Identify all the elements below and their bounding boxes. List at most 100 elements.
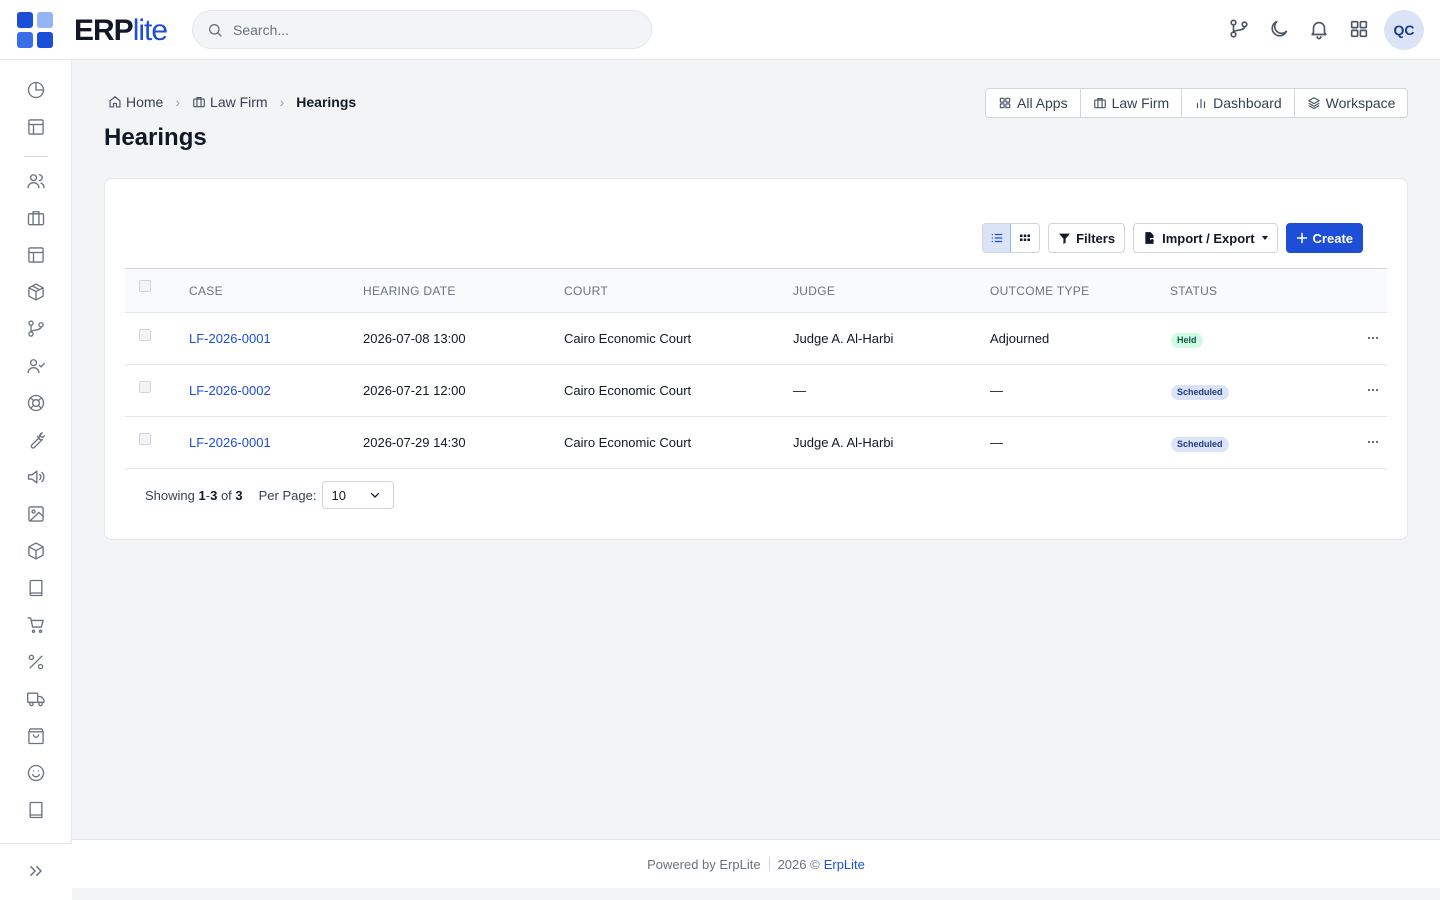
sidebar-divider xyxy=(24,156,48,157)
image-icon[interactable] xyxy=(26,504,46,524)
plus-icon xyxy=(1296,232,1308,244)
view-toggle xyxy=(982,223,1041,253)
status-badge: Held xyxy=(1171,333,1203,348)
caret-down-icon xyxy=(1261,236,1268,240)
logo-icon[interactable] xyxy=(17,12,53,48)
user-check-icon[interactable] xyxy=(26,356,46,376)
row-checkbox[interactable] xyxy=(139,329,151,341)
footer-brand-link[interactable]: ErpLite xyxy=(824,857,865,872)
footer-divider xyxy=(768,857,770,871)
case-link[interactable]: LF-2026-0002 xyxy=(189,383,271,398)
pagination-range-start: 1 xyxy=(198,487,206,503)
package-icon[interactable] xyxy=(26,282,46,302)
law-firm-link[interactable]: Law Firm xyxy=(1081,89,1183,117)
sidebar-footer xyxy=(0,843,72,900)
pagination-range-end: 3 xyxy=(210,487,218,503)
select-all-checkbox[interactable] xyxy=(139,280,151,292)
pie-chart-icon[interactable] xyxy=(26,80,46,100)
book-icon[interactable] xyxy=(26,800,46,820)
breadcrumb: Home › Law Firm › Hearings xyxy=(108,93,356,111)
filter-icon xyxy=(1058,232,1071,245)
avatar[interactable]: QC xyxy=(1384,10,1424,50)
judge: — xyxy=(793,383,806,398)
breadcrumb-law-firm[interactable]: Law Firm xyxy=(192,94,268,110)
search-box xyxy=(192,10,652,49)
table-row[interactable]: LF-2026-0002 2026-07-21 12:00 Cairo Econ… xyxy=(125,365,1387,417)
page-title: Hearings xyxy=(104,124,207,151)
all-apps-link[interactable]: All Apps xyxy=(986,89,1081,117)
pagination-of-label: of xyxy=(220,487,232,503)
column-case[interactable]: CASE xyxy=(189,284,223,298)
list-icon xyxy=(990,231,1004,245)
hearing-date: 2026-07-21 12:00 xyxy=(363,383,466,398)
apps-grid-icon xyxy=(998,96,1012,110)
more-horizontal-icon[interactable] xyxy=(1368,441,1378,443)
column-hearing-date[interactable]: HEARING DATE xyxy=(363,284,456,298)
hearings-card: Filters Import / Export Create CASE HEAR… xyxy=(104,178,1408,540)
shopping-bag-icon[interactable] xyxy=(26,726,46,746)
column-status[interactable]: STATUS xyxy=(1170,284,1217,298)
per-page-select[interactable]: 10 xyxy=(322,481,395,509)
megaphone-icon[interactable] xyxy=(26,467,46,487)
smile-icon[interactable] xyxy=(26,763,46,783)
column-outcome-type[interactable]: OUTCOME TYPE xyxy=(990,284,1089,298)
court: Cairo Economic Court xyxy=(564,331,692,346)
wrench-icon[interactable] xyxy=(26,430,46,450)
table-row[interactable]: LF-2026-0001 2026-07-29 14:30 Cairo Econ… xyxy=(125,417,1387,469)
case-link[interactable]: LF-2026-0001 xyxy=(189,435,271,450)
cart-icon[interactable] xyxy=(26,615,46,635)
filters-button[interactable]: Filters xyxy=(1048,223,1126,253)
per-page-value: 10 xyxy=(331,487,346,503)
row-checkbox[interactable] xyxy=(139,433,151,445)
layout-icon[interactable] xyxy=(26,245,46,265)
create-button[interactable]: Create xyxy=(1285,223,1363,253)
row-checkbox[interactable] xyxy=(139,381,151,393)
workspace-link[interactable]: Workspace xyxy=(1295,89,1408,117)
book-icon[interactable] xyxy=(26,578,46,598)
dashboard-link[interactable]: Dashboard xyxy=(1182,89,1295,117)
import-export-button[interactable]: Import / Export xyxy=(1133,223,1278,253)
search-icon xyxy=(207,22,223,38)
hearing-date: 2026-07-29 14:30 xyxy=(363,435,466,450)
chevrons-right-icon[interactable] xyxy=(26,861,46,881)
column-court[interactable]: COURT xyxy=(564,284,608,298)
avatar-initials: QC xyxy=(1393,22,1415,38)
outcome-type: — xyxy=(990,435,1003,450)
judge: Judge A. Al-Harbi xyxy=(793,435,894,450)
court: Cairo Economic Court xyxy=(564,383,692,398)
git-branch-icon[interactable] xyxy=(26,319,46,339)
table-row[interactable]: LF-2026-0001 2026-07-08 13:00 Cairo Econ… xyxy=(125,313,1387,365)
app-logo[interactable]: ERPlite xyxy=(74,14,168,48)
per-page-label: Per Page: xyxy=(258,487,317,503)
search-input[interactable] xyxy=(233,11,633,48)
breadcrumb-home[interactable]: Home xyxy=(108,94,163,110)
moon-icon[interactable] xyxy=(1268,18,1290,40)
box-icon[interactable] xyxy=(26,541,46,561)
case-link[interactable]: LF-2026-0001 xyxy=(189,331,271,346)
hearing-date: 2026-07-08 13:00 xyxy=(363,331,466,346)
layout-icon[interactable] xyxy=(26,117,46,137)
lifebuoy-icon[interactable] xyxy=(26,393,46,413)
list-view-button[interactable] xyxy=(983,224,1012,252)
status-badge: Scheduled xyxy=(1171,437,1229,452)
top-bar: ERPlite QC xyxy=(0,0,1440,60)
percent-icon[interactable] xyxy=(26,652,46,672)
briefcase-icon[interactable] xyxy=(26,208,46,228)
apps-grid-icon[interactable] xyxy=(1348,18,1370,40)
users-icon[interactable] xyxy=(26,171,46,191)
column-judge[interactable]: JUDGE xyxy=(793,284,835,298)
chevron-right-icon: › xyxy=(175,94,181,110)
footer: Powered by ErpLite 2026 © ErpLite xyxy=(72,839,1440,888)
more-horizontal-icon[interactable] xyxy=(1368,389,1378,391)
more-horizontal-icon[interactable] xyxy=(1368,337,1378,339)
bar-chart-icon xyxy=(1194,96,1208,110)
pagination: Showing 1-3 of 3 Per Page: 10 xyxy=(145,481,395,509)
git-branch-icon[interactable] xyxy=(1228,18,1250,40)
file-export-icon xyxy=(1143,231,1157,245)
pagination-total: 3 xyxy=(235,487,243,503)
pagination-showing-label: Showing xyxy=(145,487,195,503)
bell-icon[interactable] xyxy=(1308,18,1330,40)
breadcrumb-current: Hearings xyxy=(296,94,357,110)
grid-view-button[interactable] xyxy=(1011,224,1039,252)
truck-icon[interactable] xyxy=(26,689,46,709)
